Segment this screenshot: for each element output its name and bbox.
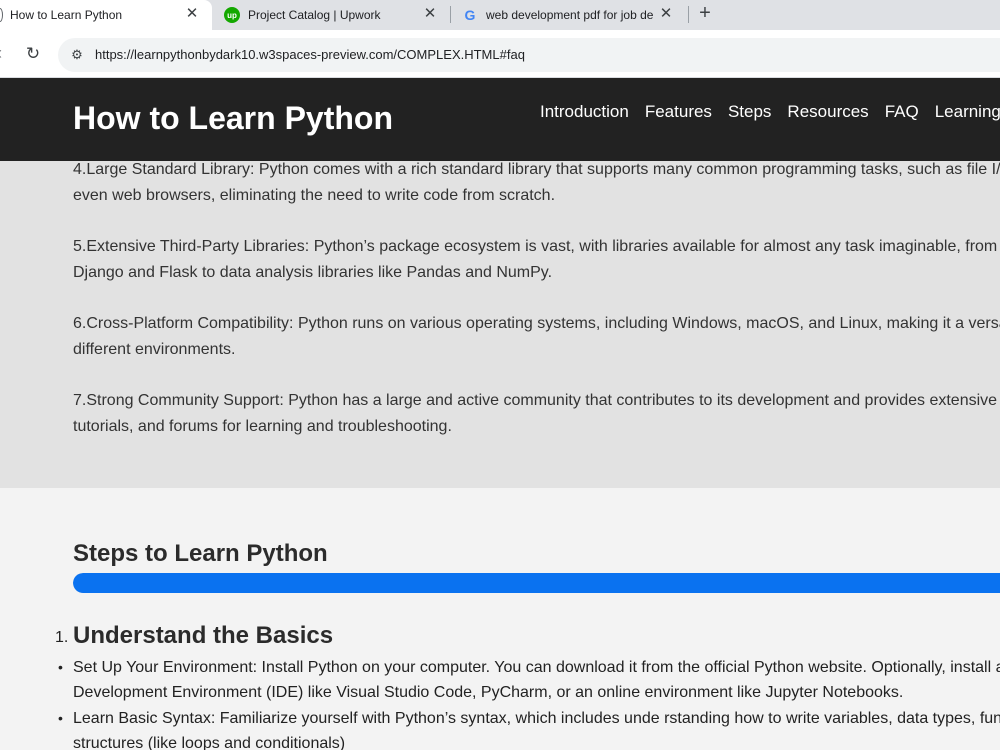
upwork-icon: up — [224, 7, 240, 23]
tab-how-to-learn-python[interactable]: How to Learn Python ✕ — [0, 0, 212, 30]
google-icon: G — [464, 7, 476, 23]
nav-resources[interactable]: Resources — [787, 102, 868, 122]
step-title: Understand the Basics — [73, 622, 334, 649]
nav-introduction[interactable]: Introduction — [540, 102, 629, 122]
feature-line: 6.Cross-Platform Compatibility: Python r… — [73, 315, 1000, 332]
close-tab-icon[interactable]: ✕ — [422, 6, 438, 22]
feature-item: 5.Extensive Third-Party Libraries: Pytho… — [73, 234, 1000, 286]
bullet-line: Development Environment (IDE) like Visua… — [73, 684, 904, 701]
nav-learning-path[interactable]: Learning Pa — [935, 102, 1000, 122]
page-title: How to Learn Python — [73, 100, 393, 136]
tab-title: How to Learn Python — [10, 8, 123, 22]
bullet-line: Set Up Your Environment: Install Python … — [73, 659, 1000, 676]
list-item: Learn Basic Syntax: Familiarize yourself… — [58, 706, 1000, 750]
reload-icon[interactable]: ↻ — [22, 43, 44, 65]
nav-faq[interactable]: FAQ — [885, 102, 919, 122]
nav-features[interactable]: Features — [645, 102, 712, 122]
list-item: Set Up Your Environment: Install Python … — [58, 655, 1000, 705]
steps-progress-bar — [73, 573, 1000, 593]
tab-title: Project Catalog | Upwork — [248, 8, 381, 22]
site-settings-icon[interactable]: ⚙ — [66, 44, 88, 66]
tab-separator — [450, 6, 451, 23]
tab-separator — [688, 6, 689, 23]
feature-line: different environments. — [73, 341, 236, 358]
site-header: How to Learn Python Introduction Feature… — [0, 78, 1000, 161]
python-page-icon — [0, 8, 3, 22]
tab-strip: How to Learn Python ✕ up Project Catalog… — [0, 0, 1000, 30]
feature-line: 5.Extensive Third-Party Libraries: Pytho… — [73, 238, 998, 255]
new-tab-button[interactable]: + — [694, 2, 716, 24]
tab-google-search[interactable]: G web development pdf for job de ✕ — [452, 0, 686, 30]
address-bar[interactable]: ⚙ https://learnpythonbydark10.w3spaces-p… — [58, 38, 1000, 72]
bullet-line: structures (like loops and conditionals) — [73, 735, 346, 750]
tab-title: web development pdf for job de — [486, 8, 654, 22]
feature-item: 7.Strong Community Support: Python has a… — [73, 388, 1000, 440]
feature-line: Django and Flask to data analysis librar… — [73, 264, 553, 281]
steps-section: Steps to Learn Python 1. Understand the … — [0, 488, 1000, 750]
tab-upwork[interactable]: up Project Catalog | Upwork ✕ — [214, 0, 450, 30]
nav-steps[interactable]: Steps — [728, 102, 771, 122]
step-number: 1. — [55, 629, 69, 646]
back-arrow-icon[interactable]: ‹ — [0, 43, 6, 65]
steps-heading: Steps to Learn Python — [73, 540, 328, 567]
close-tab-icon[interactable]: ✕ — [658, 6, 674, 22]
feature-line: even web browsers, eliminating the need … — [73, 187, 556, 204]
feature-item: 6.Cross-Platform Compatibility: Python r… — [73, 311, 1000, 363]
url-text[interactable]: https://learnpythonbydark10.w3spaces-pre… — [95, 47, 525, 62]
feature-line: 7.Strong Community Support: Python has a… — [73, 392, 998, 409]
feature-line: tutorials, and forums for learning and t… — [73, 418, 452, 435]
main-nav: Introduction Features Steps Resources FA… — [540, 102, 1000, 122]
bullet-line: Learn Basic Syntax: Familiarize yourself… — [73, 710, 1000, 727]
close-tab-icon[interactable]: ✕ — [184, 6, 200, 22]
features-section: 4.Large Standard Library: Python comes w… — [0, 161, 1000, 488]
browser-toolbar: ‹ ↻ ⚙ https://learnpythonbydark10.w3spac… — [0, 30, 1000, 78]
progress-fill — [73, 573, 1000, 593]
feature-item: 4.Large Standard Library: Python comes w… — [73, 161, 1000, 209]
feature-line: 4.Large Standard Library: Python comes w… — [73, 161, 1000, 178]
